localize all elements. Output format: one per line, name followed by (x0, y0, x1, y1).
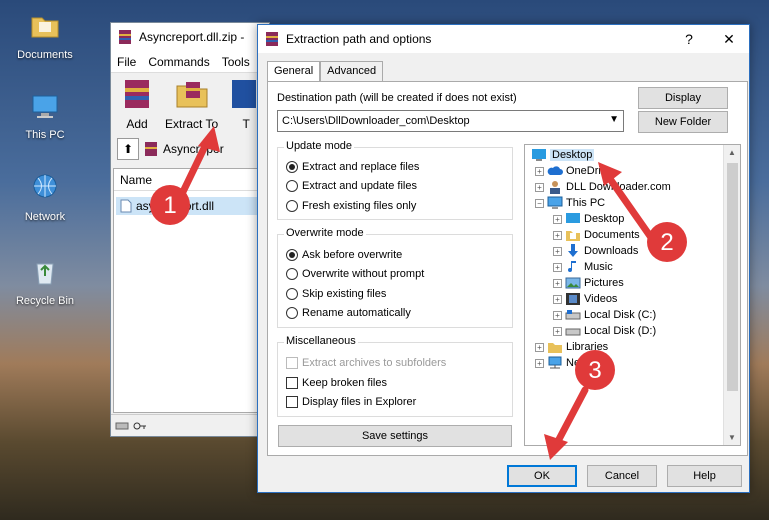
annotation-badge-1: 1 (150, 185, 190, 225)
annotation-badge-3: 3 (575, 350, 615, 390)
annotation-number: 3 (588, 357, 601, 384)
annotation-number: 2 (660, 229, 673, 256)
annotation-number: 1 (163, 192, 176, 219)
annotation-badge-2: 2 (647, 222, 687, 262)
